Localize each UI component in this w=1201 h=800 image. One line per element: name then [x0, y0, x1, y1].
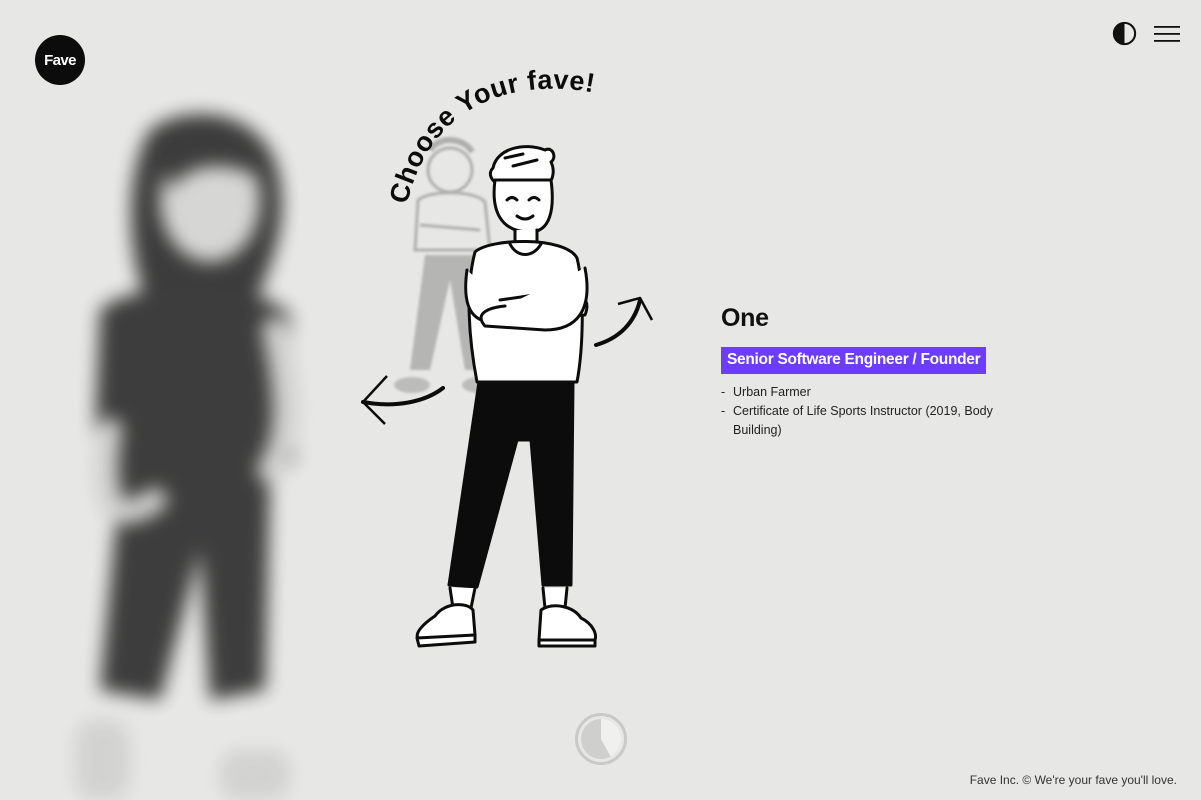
hamburger-menu-icon[interactable] — [1154, 24, 1180, 44]
curved-arrow-left-icon[interactable] — [355, 370, 450, 430]
profile-info-panel: One Senior Software Engineer / Founder U… — [721, 304, 1021, 440]
footer-copyright: Fave Inc. © We're your fave you'll love. — [969, 773, 1177, 787]
curved-arrow-right-icon[interactable] — [590, 290, 660, 352]
profile-details-list: Urban Farmer Certificate of Life Sports … — [721, 383, 1021, 440]
list-item: Certificate of Life Sports Instructor (2… — [721, 402, 1021, 440]
profile-name: One — [721, 304, 769, 332]
half-moon-contrast-icon[interactable] — [1112, 21, 1137, 46]
list-item: Urban Farmer — [721, 383, 1021, 402]
fave-logo[interactable]: Fave — [35, 35, 85, 85]
blurred-character-illustration — [75, 114, 299, 800]
countdown-pie-icon[interactable] — [574, 712, 628, 766]
profile-role-badge: Senior Software Engineer / Founder — [721, 346, 987, 375]
